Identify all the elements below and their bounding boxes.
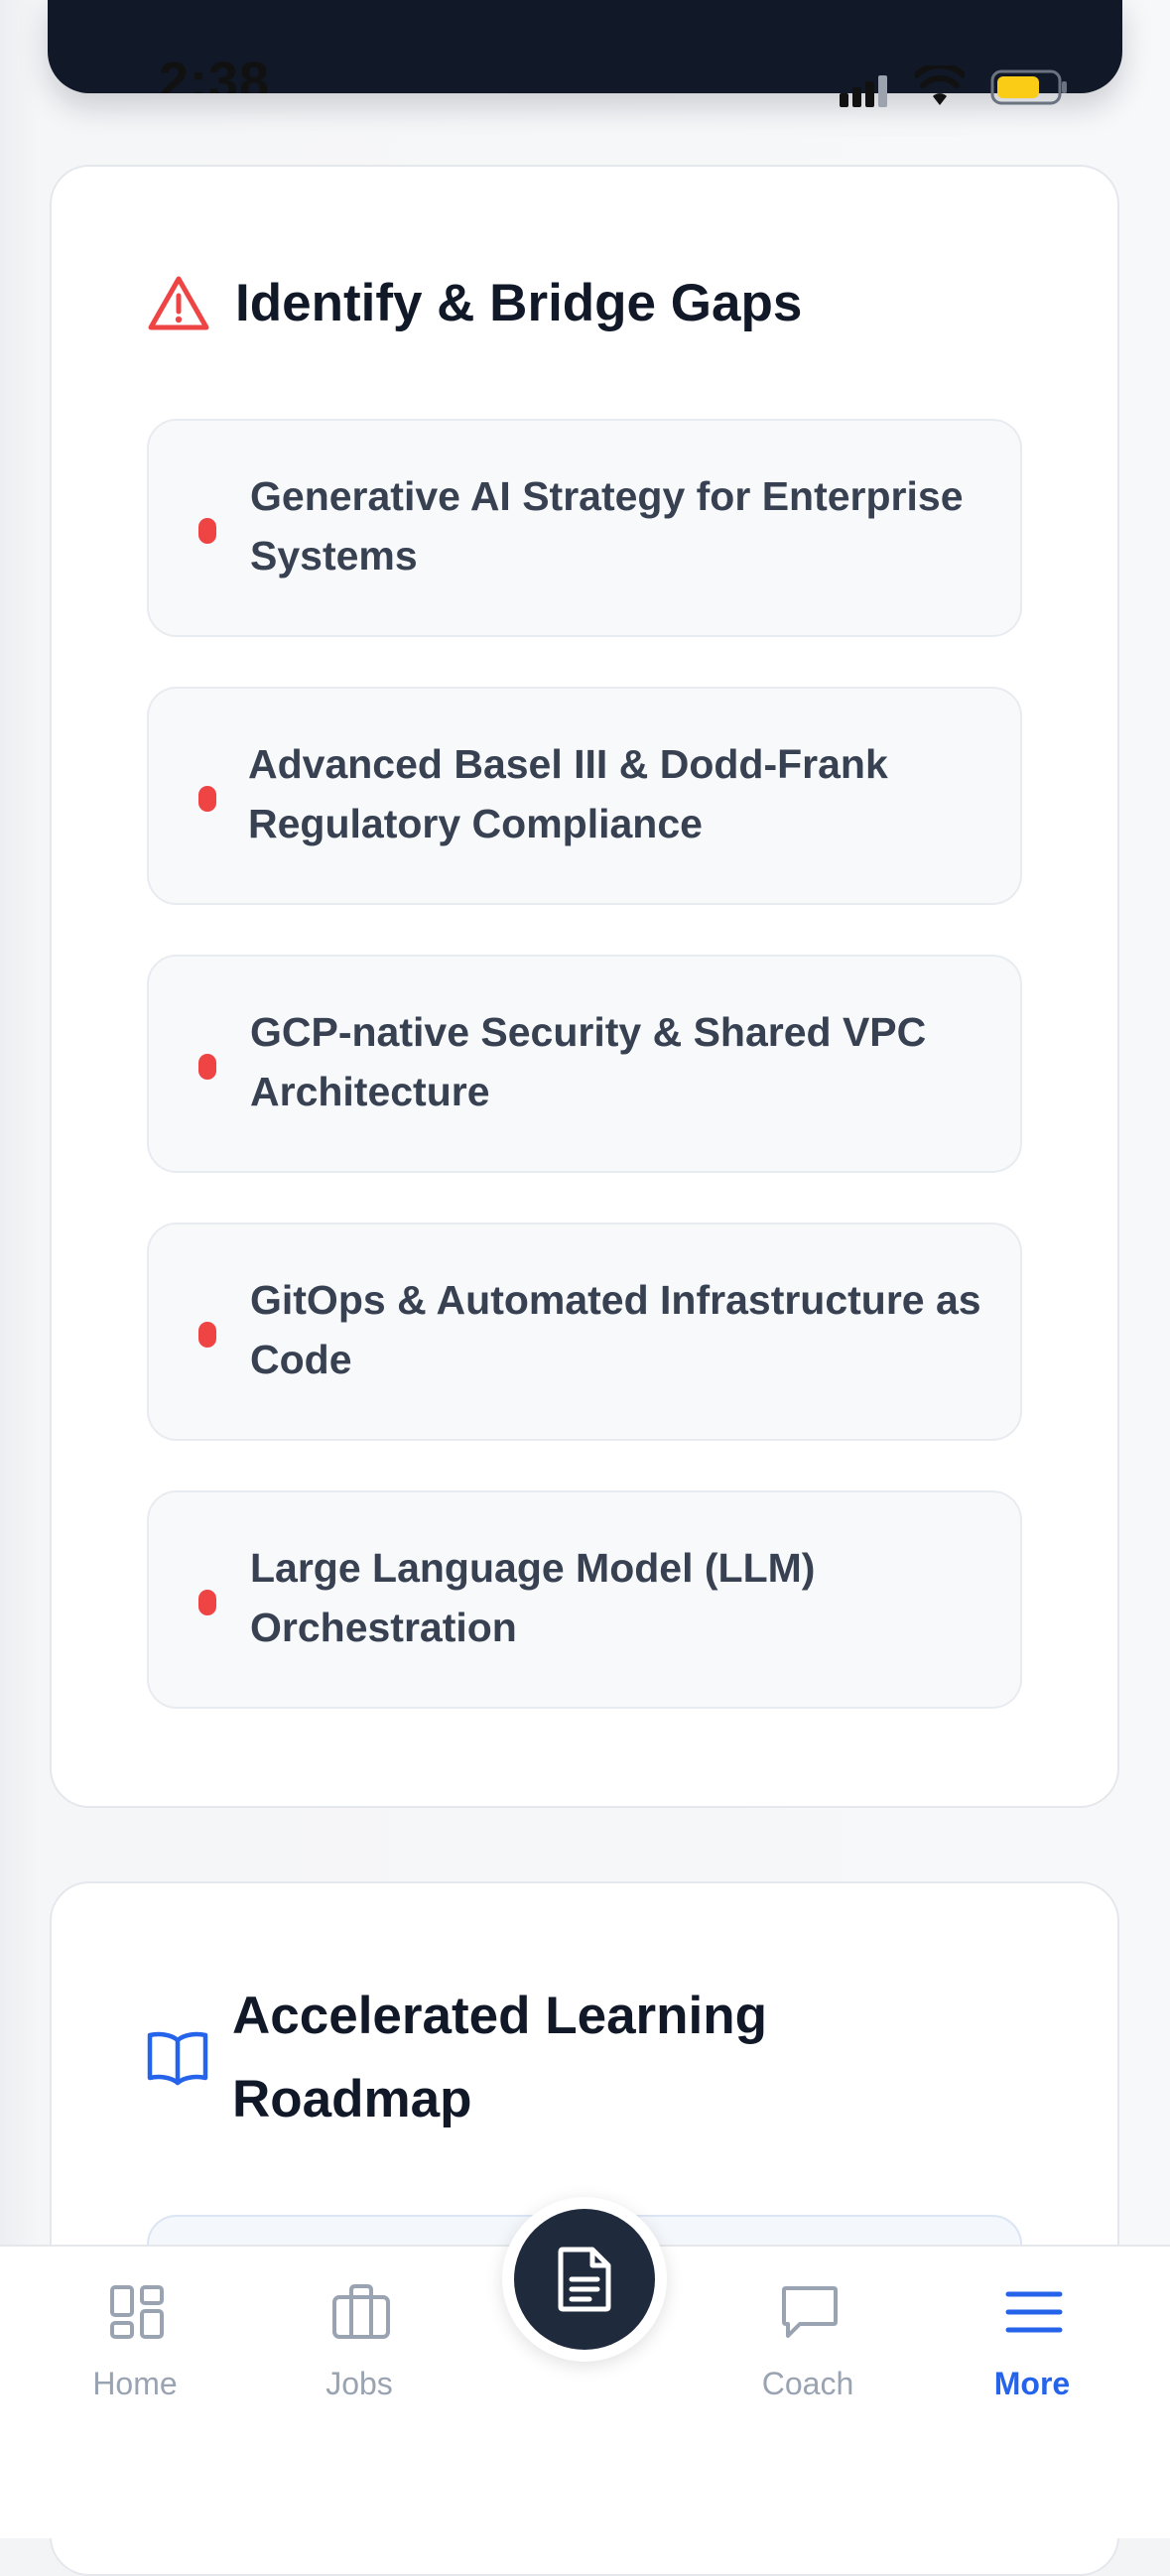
gap-item-label: Advanced Basel III & Dodd-Frank Regulato… bbox=[248, 741, 888, 846]
gap-item[interactable]: GitOps & Automated Infrastructure as Cod… bbox=[147, 1223, 1022, 1441]
nav-item-coach[interactable]: Coach bbox=[709, 2247, 907, 2425]
status-time: 2:38 bbox=[159, 52, 271, 93]
document-icon bbox=[558, 2247, 611, 2312]
gap-bullet-dot bbox=[198, 1322, 216, 1348]
gap-item-label: Generative AI Strategy for Enterprise Sy… bbox=[250, 473, 964, 579]
chat-bubble-icon bbox=[782, 2286, 838, 2338]
briefcase-icon bbox=[332, 2284, 390, 2339]
open-book-icon bbox=[147, 2031, 208, 2086]
nav-item-more[interactable]: More bbox=[933, 2247, 1131, 2425]
center-action-button[interactable] bbox=[514, 2209, 655, 2350]
battery-icon bbox=[990, 69, 1067, 105]
grid-icon bbox=[110, 2285, 164, 2339]
gaps-card-title: Identify & Bridge Gaps bbox=[235, 274, 803, 332]
gap-bullet-dot bbox=[198, 786, 216, 812]
wifi-icon bbox=[915, 65, 965, 105]
nav-label-coach: Coach bbox=[761, 2366, 854, 2401]
nav-item-home[interactable]: Home bbox=[36, 2247, 234, 2425]
gap-bullet-dot bbox=[198, 1054, 216, 1080]
gap-item-label: GitOps & Automated Infrastructure as Cod… bbox=[250, 1277, 981, 1382]
nav-item-jobs[interactable]: Jobs bbox=[260, 2247, 458, 2425]
gap-item[interactable]: GCP-native Security & Shared VPC Archite… bbox=[147, 955, 1022, 1173]
gap-item[interactable]: Advanced Basel III & Dodd-Frank Regulato… bbox=[147, 687, 1022, 905]
gap-item-label: Large Language Model (LLM) Orchestration bbox=[250, 1545, 816, 1650]
nav-label-jobs: Jobs bbox=[325, 2366, 393, 2401]
gap-item[interactable]: Generative AI Strategy for Enterprise Sy… bbox=[147, 419, 1022, 637]
roadmap-card-title: Accelerated Learning Roadmap bbox=[232, 1987, 768, 2128]
gap-bullet-dot bbox=[198, 518, 216, 544]
menu-icon bbox=[1005, 2291, 1063, 2333]
gap-item[interactable]: Large Language Model (LLM) Orchestration bbox=[147, 1490, 1022, 1709]
nav-label-home: Home bbox=[92, 2366, 178, 2401]
gap-bullet-dot bbox=[198, 1590, 216, 1615]
gap-item-label: GCP-native Security & Shared VPC Archite… bbox=[250, 1009, 927, 1114]
nav-label-more: More bbox=[993, 2366, 1071, 2401]
warning-triangle-icon bbox=[148, 276, 209, 330]
